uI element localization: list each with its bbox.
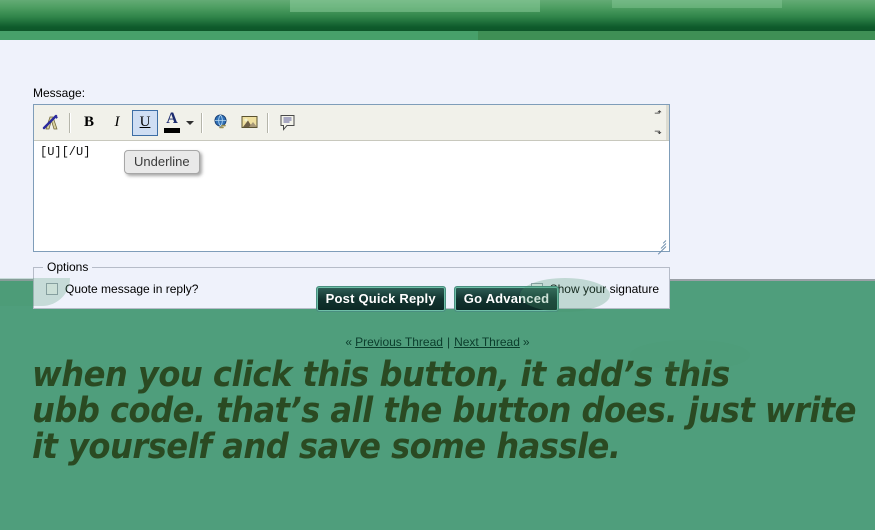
textarea-resize-grip[interactable] (654, 236, 667, 255)
banner-highlight-right (612, 0, 782, 8)
quick-reply-panel: Message: B I U A ⬏ ⬎ [U][/U] Underline O… (0, 40, 875, 309)
message-editor: B I U A ⬏ ⬎ [U][/U] (33, 104, 670, 255)
toolbar-scroll-up-icon[interactable]: ⬏ (654, 109, 662, 118)
underline-tooltip: Underline (124, 150, 200, 174)
caption-text: when you click this button, it add’s thi… (32, 357, 857, 467)
underline-button[interactable]: U (132, 109, 158, 136)
chevron-down-icon[interactable] (186, 120, 194, 125)
prev-chevron-icon: « (345, 335, 353, 349)
italic-icon: I (114, 114, 120, 130)
page-root: Message: B I U A ⬏ ⬎ [U][/U] Underline O… (0, 0, 875, 530)
background-blob-1 (520, 278, 610, 312)
action-buttons: Post Quick Reply Go Advanced (0, 286, 875, 312)
post-quick-reply-button[interactable]: Post Quick Reply (315, 286, 446, 312)
italic-button[interactable]: I (104, 110, 130, 136)
bold-button[interactable]: B (76, 110, 102, 136)
banner-underline-strip-right (478, 31, 875, 40)
thread-navigation: «Previous Thread | Next Thread» (0, 335, 875, 349)
quote-icon (280, 115, 294, 131)
background-blob-2 (630, 340, 750, 370)
message-label: Message: (33, 86, 86, 100)
banner-highlight-left (290, 0, 540, 12)
underline-icon: U (139, 114, 151, 130)
options-legend: Options (43, 260, 93, 274)
globe-link-icon (214, 114, 226, 129)
font-color-icon: A (166, 110, 178, 127)
toolbar-separator-2 (201, 112, 203, 133)
font-color-swatch (164, 128, 180, 133)
toolbar-scroll-buttons[interactable]: ⬏ ⬎ (650, 105, 666, 140)
remove-format-icon (42, 114, 58, 129)
toolbar-separator (69, 112, 71, 133)
site-banner (0, 0, 875, 31)
image-icon (241, 116, 257, 128)
insert-link-button[interactable] (208, 110, 234, 136)
previous-thread-link[interactable]: Previous Thread (355, 335, 443, 349)
next-chevron-icon: » (522, 335, 530, 349)
insert-image-button[interactable] (236, 110, 262, 136)
toolbar-scroll-down-icon[interactable]: ⬎ (654, 126, 662, 136)
caption-line-3: it yourself and save some hassle. (32, 427, 621, 467)
editor-toolbar: B I U A ⬏ ⬎ (34, 105, 669, 141)
font-color-button[interactable]: A (159, 109, 185, 137)
insert-quote-button[interactable] (274, 110, 300, 136)
toolbar-scroll-track (666, 105, 669, 140)
next-thread-link[interactable]: Next Thread (454, 335, 520, 349)
thread-nav-separator: | (446, 335, 451, 349)
remove-formatting-button[interactable] (38, 110, 64, 136)
bold-icon: B (83, 114, 94, 130)
caption-line-2: ubb code. that’s all the button does. ju… (32, 391, 857, 431)
toolbar-separator-3 (267, 112, 269, 133)
